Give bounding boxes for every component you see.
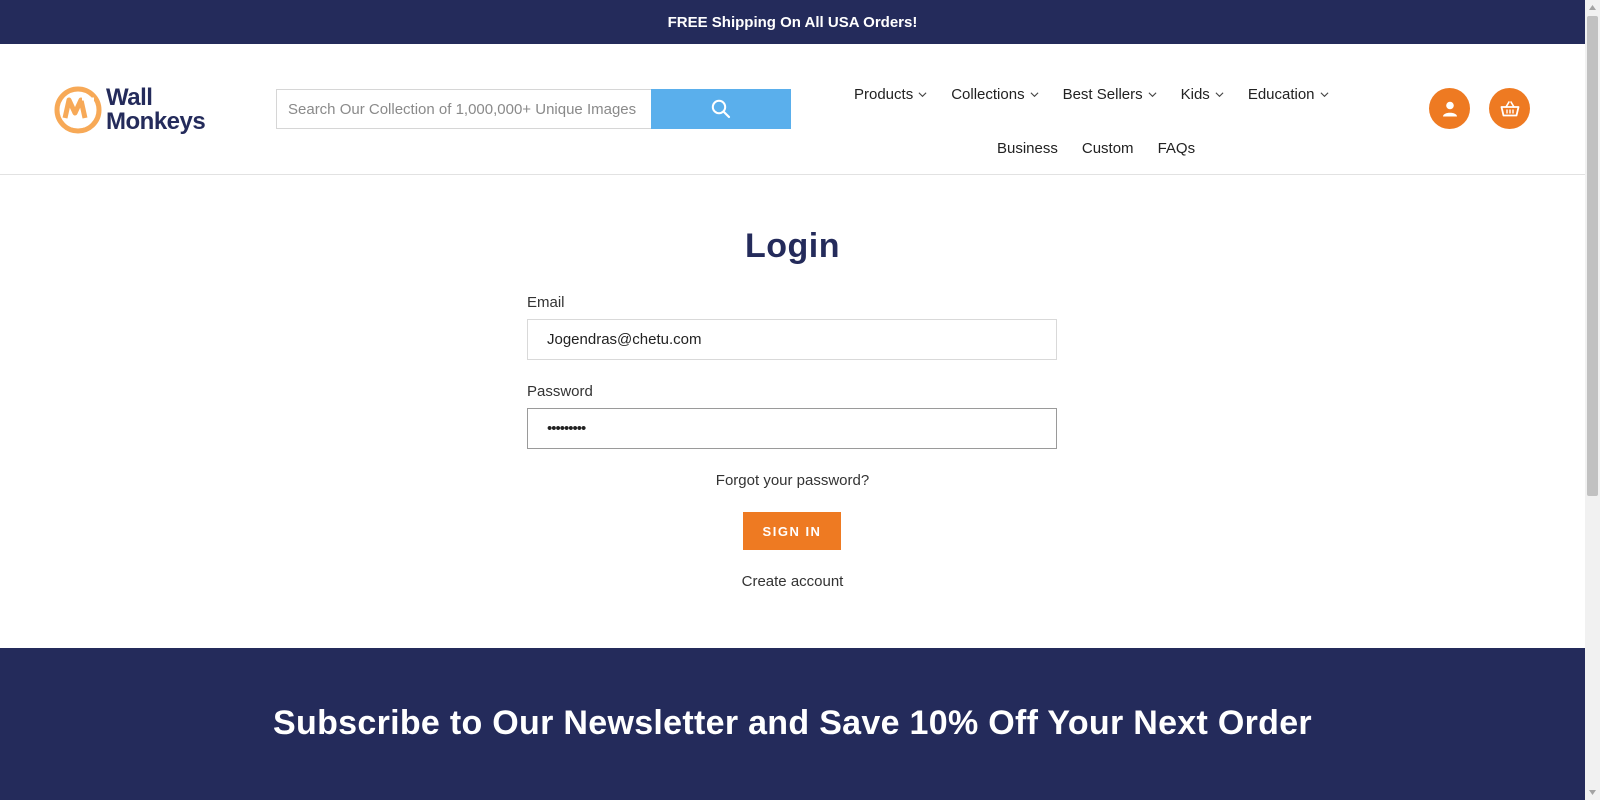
scrollbar-thumb[interactable] xyxy=(1587,16,1598,496)
nav-label: Collections xyxy=(951,86,1025,103)
newsletter-section: Subscribe to Our Newsletter and Save 10%… xyxy=(0,648,1585,800)
nav-education[interactable]: Education xyxy=(1236,82,1341,107)
site-header: Wall Monkeys Products Collections Best S… xyxy=(0,44,1585,175)
sign-in-button[interactable]: SIGN IN xyxy=(743,512,841,550)
nav-label: Products xyxy=(854,86,914,103)
secondary-nav: Business Custom FAQs xyxy=(985,136,1207,161)
logo-line-1: Wall xyxy=(106,84,153,111)
nav-best-sellers[interactable]: Best Sellers xyxy=(1051,82,1169,107)
email-field[interactable] xyxy=(527,319,1057,360)
forgot-password-link[interactable]: Forgot your password? xyxy=(716,472,869,489)
create-account-link[interactable]: Create account xyxy=(742,573,844,590)
nav-products[interactable]: Products xyxy=(842,82,939,107)
nav-label: Business xyxy=(997,140,1058,157)
user-icon xyxy=(1442,101,1457,116)
scroll-up-arrow-icon[interactable] xyxy=(1585,0,1600,15)
nav-faqs[interactable]: FAQs xyxy=(1146,136,1208,161)
logo-text: Wall Monkeys xyxy=(106,84,206,135)
chevron-down-icon xyxy=(1030,92,1039,98)
scroll-down-arrow-icon[interactable] xyxy=(1585,785,1600,800)
create-account-row: Create account xyxy=(0,573,1585,590)
search-input[interactable] xyxy=(276,89,651,129)
account-button[interactable] xyxy=(1429,88,1470,129)
cart-button[interactable] xyxy=(1489,88,1530,129)
password-field[interactable] xyxy=(527,408,1057,449)
nav-collections[interactable]: Collections xyxy=(939,82,1050,107)
email-label: Email xyxy=(527,294,565,311)
page-scrollbar[interactable] xyxy=(1585,0,1600,800)
nav-business[interactable]: Business xyxy=(985,136,1070,161)
announcement-bar: FREE Shipping On All USA Orders! xyxy=(0,0,1585,44)
forgot-password-row: Forgot your password? xyxy=(0,472,1585,489)
logo[interactable]: Wall Monkeys xyxy=(54,80,224,140)
main-nav: Products Collections Best Sellers Kids E… xyxy=(842,82,1341,107)
nav-label: Best Sellers xyxy=(1062,86,1143,103)
nav-label: Education xyxy=(1247,86,1315,103)
nav-label: FAQs xyxy=(1157,140,1196,157)
logo-line-2: Monkeys xyxy=(106,108,206,135)
search-button[interactable] xyxy=(651,89,791,129)
nav-label: Custom xyxy=(1081,140,1134,157)
announcement-text: FREE Shipping On All USA Orders! xyxy=(667,13,918,31)
search-icon xyxy=(711,99,731,119)
chevron-down-icon xyxy=(918,92,927,98)
page-title: Login xyxy=(744,227,841,265)
basket-icon xyxy=(1500,100,1519,116)
nav-label: Kids xyxy=(1180,86,1210,103)
search-bar xyxy=(276,89,791,129)
logo-mark-icon xyxy=(54,86,102,134)
chevron-down-icon xyxy=(1148,92,1157,98)
newsletter-heading: Subscribe to Our Newsletter and Save 10%… xyxy=(273,704,1312,742)
nav-kids[interactable]: Kids xyxy=(1169,82,1236,107)
login-section: Login Email Password Forgot your passwor… xyxy=(0,175,1585,648)
nav-custom[interactable]: Custom xyxy=(1070,136,1146,161)
password-label: Password xyxy=(527,383,593,400)
chevron-down-icon xyxy=(1215,92,1224,98)
chevron-down-icon xyxy=(1320,92,1329,98)
